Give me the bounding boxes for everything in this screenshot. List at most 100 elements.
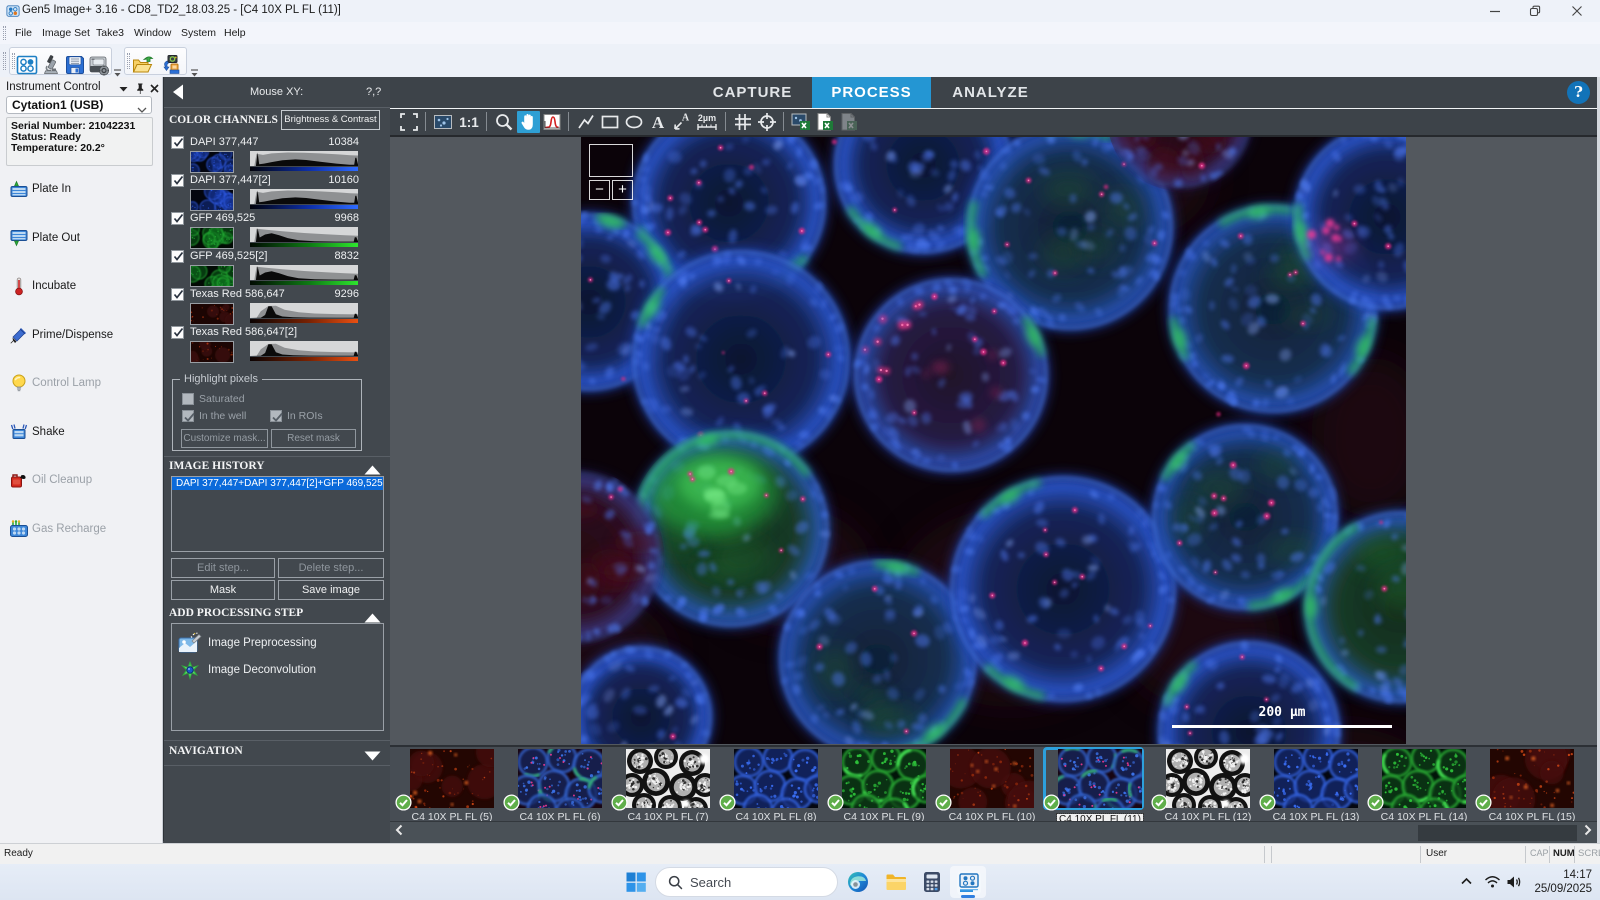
calculator-icon[interactable] [921,870,945,894]
channel-histogram[interactable] [250,151,360,173]
taskbar-search[interactable]: Search [655,867,838,897]
edge-browser-icon[interactable] [846,870,870,894]
scrollbar-thumb[interactable] [1418,825,1577,841]
customize-mask-button[interactable]: Customize mask... [181,429,268,448]
tab-capture[interactable]: CAPTURE [693,77,812,108]
filmstrip-thumbnail[interactable] [1274,749,1358,808]
volume-icon[interactable] [1506,875,1523,894]
grid-icon[interactable] [732,111,755,133]
microscope-button[interactable] [39,53,63,77]
instrument-button-prime-dispense[interactable]: Prime/Dispense [4,318,159,352]
collapse-panel-icon[interactable] [172,84,184,105]
instrument-select[interactable]: Cytation1 (USB) [6,96,152,114]
highlight-checkbox-in-rois[interactable] [270,410,282,422]
history-item[interactable]: DAPI 377,447+DAPI 377,447[2]+GFP 469,525… [172,477,383,490]
save-image-button[interactable]: Save image [278,580,384,600]
line-profile-icon[interactable] [541,111,564,133]
measure-tool-icon[interactable]: 2µm [695,111,721,133]
channel-histogram[interactable] [250,303,360,325]
export-image-excel-icon[interactable] [790,111,813,133]
plate-layout-button[interactable] [15,53,39,77]
export-data-excel-icon[interactable] [814,111,837,133]
filmstrip-thumbnail[interactable] [626,749,710,808]
filmstrip-thumbnail[interactable] [1166,749,1250,808]
start-button[interactable] [624,870,648,894]
channel-checkbox[interactable] [171,174,184,187]
instrument-button-plate-out[interactable]: Plate Out [4,221,159,255]
restore-button[interactable] [1518,0,1552,22]
reset-mask-button[interactable]: Reset mask [271,429,356,448]
menu-window[interactable]: Window [134,26,171,42]
recapture-button[interactable] [160,53,184,77]
menu-image-set[interactable]: Image Set [42,26,90,42]
channel-checkbox[interactable] [171,326,184,339]
toolbar-group-grip[interactable] [127,53,130,69]
instrument-button-shake[interactable]: Shake [4,415,159,449]
filmstrip-thumbnail[interactable] [1058,749,1142,808]
menu-grip[interactable] [3,26,6,40]
wifi-icon[interactable] [1484,875,1501,894]
channel-thumbnail[interactable] [190,303,234,325]
instrument-button-control-lamp[interactable]: Control Lamp [4,366,159,400]
tab-process[interactable]: PROCESS [812,77,931,108]
scroll-left-icon[interactable] [395,824,403,839]
ellipse-tool-icon[interactable] [623,111,646,133]
instrument-button-oil-cleanup[interactable]: Oil Cleanup [4,463,159,497]
channel-checkbox[interactable] [171,288,184,301]
close-button[interactable] [1560,0,1594,22]
delete-step--button[interactable]: Delete step... [278,558,384,578]
channel-histogram[interactable] [250,227,360,249]
image-select-icon[interactable] [432,111,455,133]
zoom-out-button[interactable]: − [589,180,610,200]
scroll-right-icon[interactable] [1584,824,1592,839]
filmstrip-thumbnail[interactable] [950,749,1034,808]
gen5-app-icon[interactable] [956,870,980,894]
menu-system[interactable]: System [181,26,216,42]
instrument-button-plate-in[interactable]: Plate In [4,172,159,206]
toolbar-grip[interactable] [3,52,6,70]
pan-icon[interactable] [517,111,540,133]
mask-button[interactable]: Mask [171,580,275,600]
save-button[interactable] [63,53,87,77]
channel-histogram[interactable] [250,265,360,287]
zoom-in-button[interactable]: + [612,180,633,200]
channel-histogram[interactable] [250,341,360,363]
tray-chevron-up-icon[interactable] [1460,875,1473,893]
save-image-set-button[interactable] [87,53,111,77]
minimize-button[interactable] [1478,0,1512,22]
channel-thumbnail[interactable] [190,151,234,173]
filmstrip-thumbnail[interactable] [410,749,494,808]
channel-checkbox[interactable] [171,250,184,263]
channel-thumbnail[interactable] [190,189,234,211]
menu-help[interactable]: Help [224,26,246,42]
tab-analyze[interactable]: ANALYZE [931,77,1050,108]
tray-clock[interactable]: 14:17 25/09/2025 [1524,868,1592,896]
highlight-checkbox-saturated[interactable] [182,393,194,405]
filmstrip-thumbnail[interactable] [1382,749,1466,808]
instrument-button-incubate[interactable]: Incubate [4,269,159,303]
export-data-excel-disabled-icon[interactable] [838,111,861,133]
crosshair-icon[interactable] [756,111,779,133]
menu-take3[interactable]: Take3 [96,26,124,42]
channel-thumbnail[interactable] [190,265,234,287]
file-explorer-icon[interactable] [884,870,908,894]
help-button[interactable]: ? [1567,81,1590,104]
zoom-navigator-rect[interactable] [589,144,633,177]
annotation-arrow-icon[interactable]: A [671,111,694,133]
filmstrip-thumbnail[interactable] [842,749,926,808]
filmstrip-thumbnail[interactable] [1490,749,1574,808]
instrument-button-gas-recharge[interactable]: Gas Recharge [4,512,159,546]
expand-view-icon[interactable] [398,111,421,133]
panel-close-icon[interactable] [148,82,161,95]
toolbar-overflow-icon[interactable] [113,64,122,72]
filmstrip-thumbnail[interactable] [734,749,818,808]
channel-checkbox[interactable] [171,136,184,149]
channel-thumbnail[interactable] [190,341,234,363]
zoom-1-1-icon[interactable]: 1:1 [456,111,482,133]
toolbar-overflow2-icon[interactable] [190,64,199,72]
line-tool-icon[interactable] [575,111,598,133]
expand-down-icon[interactable] [364,748,381,766]
brightness-contrast-button[interactable]: Brightness & Contrast [281,110,380,130]
panel-pin-icon[interactable] [133,82,146,95]
filmstrip-scrollbar[interactable] [390,821,1597,843]
